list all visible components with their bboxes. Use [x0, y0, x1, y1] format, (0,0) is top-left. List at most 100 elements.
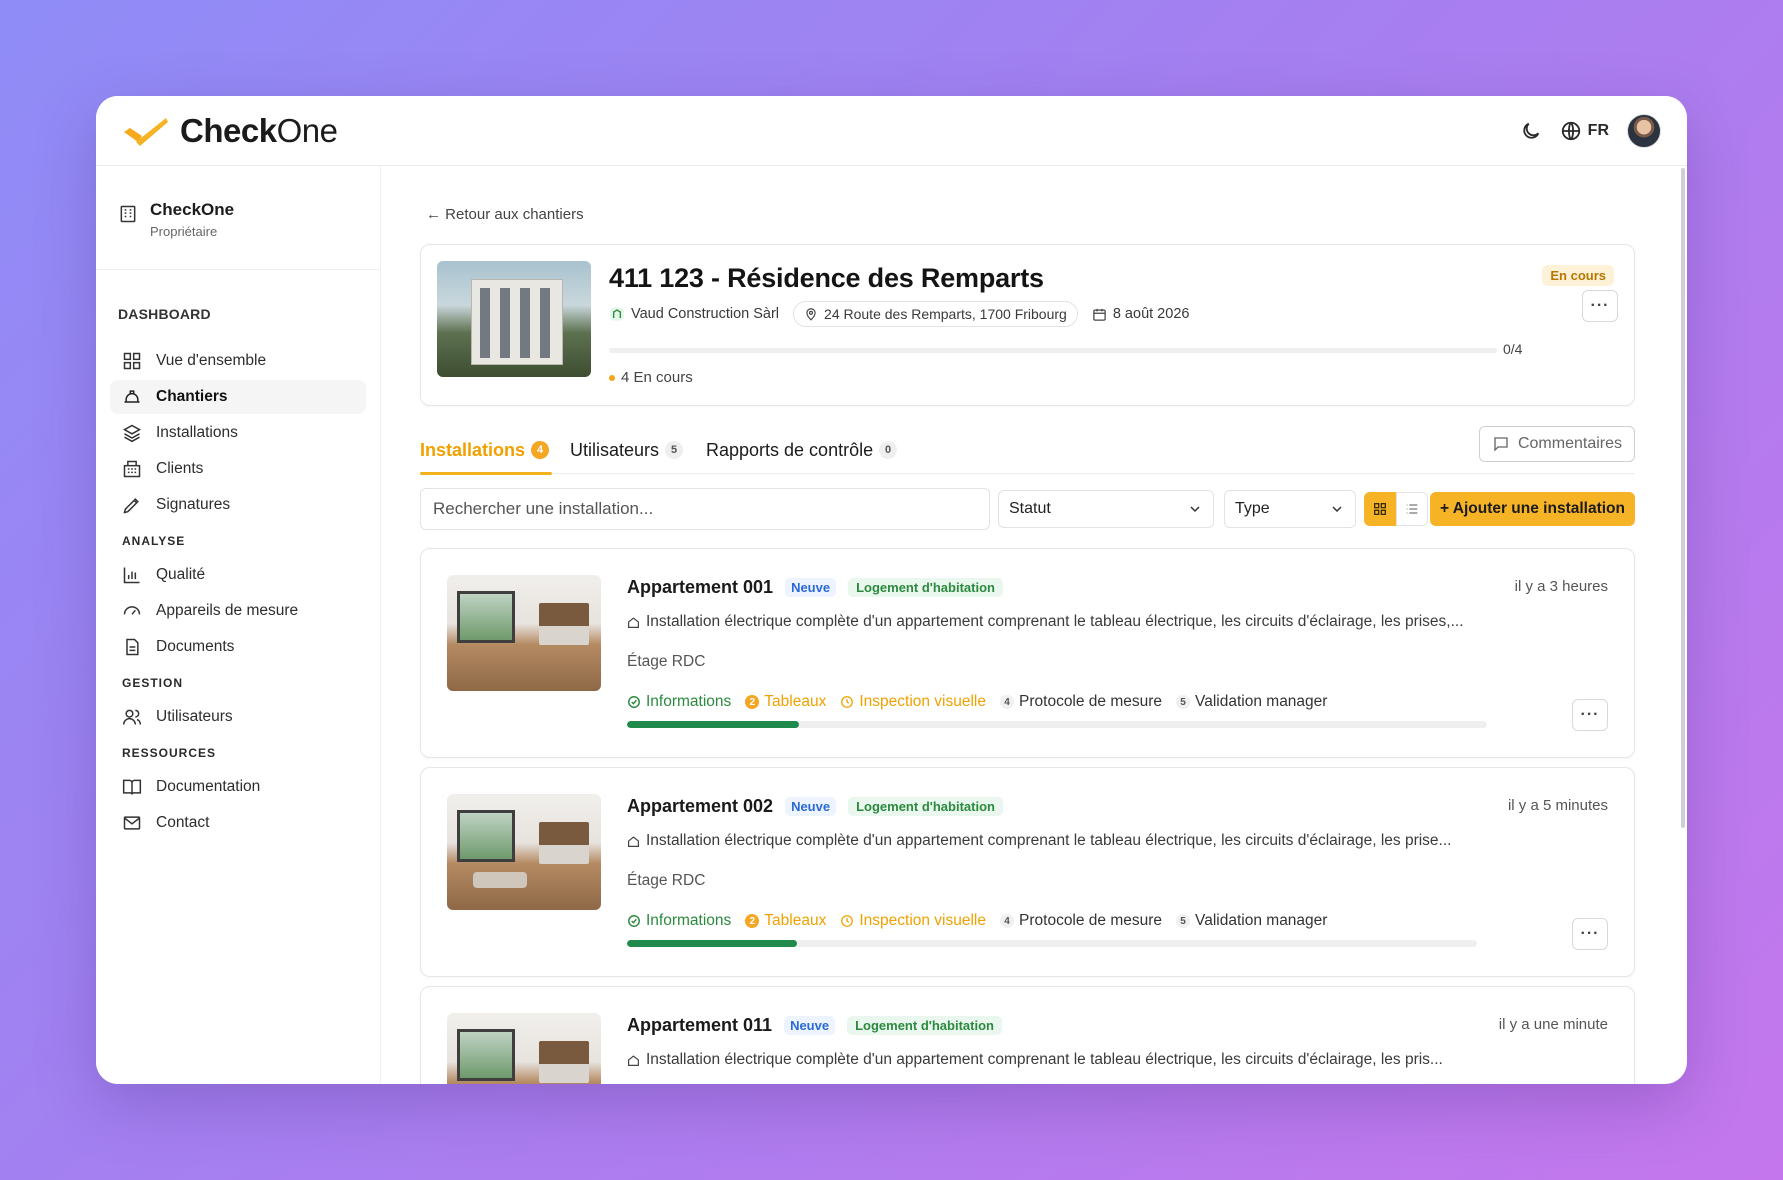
tab-rapports[interactable]: Rapports de contrôle 0	[706, 432, 898, 468]
grid-view-icon	[1374, 503, 1386, 515]
progress-fill	[627, 721, 799, 728]
installation-card[interactable]: Appartement 001 Neuve Logement d'habitat…	[420, 548, 1635, 758]
checkmark-logo-icon	[124, 117, 168, 146]
installation-photo	[447, 575, 601, 691]
sidebar-item-label: Clients	[156, 460, 204, 477]
tab-utilisateurs[interactable]: Utilisateurs 5	[570, 432, 684, 468]
moon-icon	[1523, 122, 1539, 139]
list-view-icon	[1406, 504, 1418, 514]
chevron-down-icon	[1332, 506, 1342, 513]
sidebar-item-label: Signatures	[156, 496, 231, 513]
app-logo[interactable]: CheckOne	[122, 111, 338, 150]
sidebar-item-documentation[interactable]: Documentation	[110, 770, 366, 804]
language-switcher[interactable]: FR	[1560, 120, 1609, 142]
sidebar-item-label: Qualité	[156, 566, 206, 583]
installation-description: Installation électrique complète d'un ap…	[627, 613, 1464, 631]
step-protocole-mesure[interactable]: 4 Protocole de mesure	[1000, 912, 1162, 930]
main-content: ← Retour aux chantiers 411 123 - Résiden…	[382, 166, 1687, 1084]
sidebar-item-utilisateurs[interactable]: Utilisateurs	[110, 700, 366, 734]
sidebar-item-qualite[interactable]: Qualité	[110, 558, 366, 592]
filter-toolbar: Statut Type + Ajouter une installation	[420, 488, 1635, 530]
org-role: Propriétaire	[150, 224, 218, 239]
step-informations[interactable]: Informations	[627, 912, 731, 930]
sidebar-item-label: Installations	[156, 424, 238, 441]
sidebar-item-vue-ensemble[interactable]: Vue d'ensemble	[110, 344, 366, 378]
sidebar-item-clients[interactable]: Clients	[110, 452, 366, 486]
progress-fill	[627, 940, 797, 947]
scrollbar[interactable]	[1681, 168, 1685, 828]
step-validation-manager[interactable]: 5 Validation manager	[1176, 912, 1327, 930]
installation-description: Installation électrique complète d'un ap…	[627, 832, 1451, 850]
sidebar-item-documents[interactable]: Documents	[110, 630, 366, 664]
step-validation-manager[interactable]: 5 Validation manager	[1176, 693, 1327, 711]
installation-more-button[interactable]: ···	[1572, 918, 1608, 950]
clock-icon	[841, 696, 854, 708]
back-to-chantiers-link[interactable]: ← Retour aux chantiers	[426, 206, 584, 223]
gauge-icon	[123, 606, 141, 615]
globe-icon	[1561, 121, 1580, 140]
step-informations[interactable]: Informations	[627, 693, 731, 711]
step-tableaux[interactable]: 2 Tableaux	[745, 693, 826, 711]
hardhat-icon	[124, 390, 140, 403]
workflow-steps: Informations 2 Tableaux Inspection visuel…	[627, 912, 1327, 930]
sidebar-item-installations[interactable]: Installations	[110, 416, 366, 450]
client-building-icon	[610, 307, 624, 321]
app-name: CheckOne	[180, 111, 338, 149]
type-filter-select[interactable]: Type	[1224, 490, 1356, 528]
search-input[interactable]	[420, 488, 990, 530]
top-bar: CheckOne FR	[96, 96, 1687, 166]
bar-chart-icon	[123, 567, 140, 584]
installation-time: il y a 3 heures	[1514, 578, 1608, 595]
project-meta: Vaud Construction Sàrl 24 Route des Remp…	[609, 301, 1189, 327]
dashboard-heading: DASHBOARD	[118, 306, 211, 322]
project-photo	[437, 261, 591, 377]
type-tag: Logement d'habitation	[848, 578, 1003, 597]
calendar-icon	[1093, 308, 1106, 321]
home-icon	[628, 1054, 639, 1066]
installation-card[interactable]: Appartement 002 Neuve Logement d'habitat…	[420, 767, 1635, 977]
document-icon	[126, 638, 139, 656]
installation-more-button[interactable]: ···	[1572, 699, 1608, 731]
comments-button[interactable]: Commentaires	[1478, 426, 1635, 462]
sidebar-item-chantiers[interactable]: Chantiers	[110, 380, 366, 414]
step-inspection-visuelle[interactable]: Inspection visuelle	[840, 693, 986, 711]
installation-title: Appartement 011 Neuve Logement d'habitat…	[627, 1015, 1002, 1036]
gestion-heading: GESTION	[122, 676, 184, 690]
building-icon	[123, 460, 141, 478]
chevron-down-icon	[1190, 506, 1200, 513]
state-tag: Neuve	[784, 1016, 836, 1035]
list-view-toggle[interactable]	[1396, 492, 1428, 526]
sidebar-item-label: Contact	[156, 814, 210, 831]
step-tableaux[interactable]: 2 Tableaux	[745, 912, 826, 930]
user-avatar[interactable]	[1627, 113, 1661, 148]
tab-installations[interactable]: Installations 4	[420, 432, 552, 475]
installation-description: Installation électrique complète d'un ap…	[627, 1051, 1443, 1069]
dark-mode-toggle[interactable]	[1520, 120, 1542, 142]
users-icon	[122, 709, 142, 725]
installation-floor: Étage RDC	[627, 653, 706, 670]
project-more-button[interactable]: ···	[1582, 290, 1618, 322]
add-installation-button[interactable]: + Ajouter une installation	[1429, 492, 1635, 526]
project-progress-text: 0/4	[1503, 341, 1523, 357]
sidebar-item-appareils[interactable]: Appareils de mesure	[110, 594, 366, 628]
project-address: 24 Route des Remparts, 1700 Fribourg	[793, 301, 1078, 327]
sidebar-item-label: Appareils de mesure	[156, 602, 299, 619]
analyse-heading: ANALYSE	[122, 534, 186, 548]
sidebar-item-label: Utilisateurs	[156, 708, 233, 725]
status-dot	[609, 374, 615, 381]
step-protocole-mesure[interactable]: 4 Protocole de mesure	[1000, 693, 1162, 711]
sidebar-item-signatures[interactable]: Signatures	[110, 488, 366, 522]
organization-switcher[interactable]: CheckOne Propriétaire	[96, 166, 380, 270]
status-filter-select[interactable]: Statut	[998, 490, 1214, 528]
sidebar-item-contact[interactable]: Contact	[110, 806, 366, 840]
home-icon	[628, 835, 639, 847]
building-icon	[120, 205, 136, 223]
step-inspection-visuelle[interactable]: Inspection visuelle	[840, 912, 986, 930]
check-circle-icon	[628, 915, 640, 927]
active-tab-indicator	[420, 472, 552, 475]
type-tag: Logement d'habitation	[847, 1016, 1002, 1035]
installation-card[interactable]: Appartement 011 Neuve Logement d'habitat…	[420, 986, 1635, 1084]
grid-view-toggle[interactable]	[1364, 492, 1396, 526]
state-tag: Neuve	[785, 578, 837, 597]
project-progress-bar	[609, 348, 1497, 353]
